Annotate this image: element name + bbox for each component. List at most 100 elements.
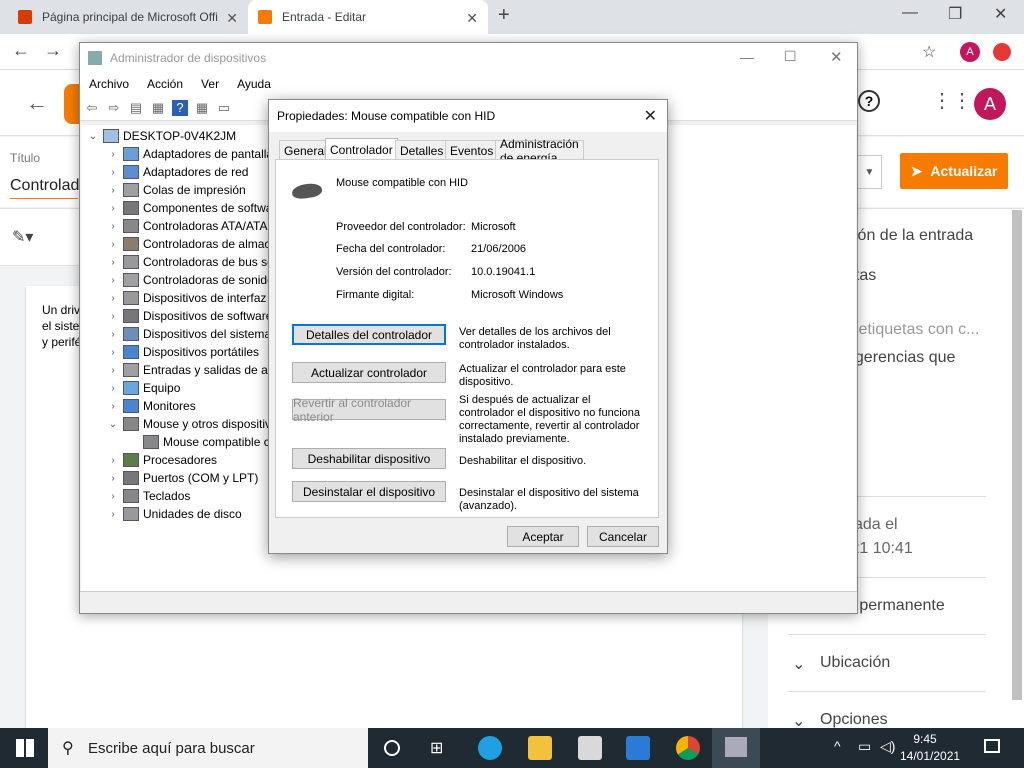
driver-details-button[interactable]: Detalles del controlador <box>292 324 446 345</box>
mail-icon[interactable] <box>626 736 650 760</box>
menu-ver[interactable]: Ver <box>192 77 228 91</box>
tab-office[interactable]: Página principal de Microsoft Offi ✕ <box>8 0 248 34</box>
expand-icon[interactable]: › <box>105 473 121 484</box>
tab-blogger[interactable]: Entrada - Editar ✕ <box>248 0 488 34</box>
tree-category-item[interactable]: › Dispositivos del sistema <box>105 325 271 343</box>
expand-icon[interactable]: › <box>105 203 121 214</box>
tree-category-item[interactable]: › Colas de impresión <box>105 181 246 199</box>
cortana-icon[interactable] <box>384 740 400 756</box>
tree-category-item[interactable]: › Controladoras de bus serie <box>105 253 287 271</box>
help-icon[interactable]: ? <box>858 90 880 112</box>
location-heading[interactable]: Ubicación <box>820 654 890 672</box>
tree-category-item[interactable]: › Puertos (COM y LPT) <box>105 469 258 487</box>
star-icon[interactable]: ☆ <box>922 42 936 62</box>
close-tab-icon[interactable]: ✕ <box>466 10 478 27</box>
tree-category-item[interactable]: › Equipo <box>105 379 180 397</box>
network-icon[interactable]: ▭ <box>858 738 871 755</box>
edge-icon[interactable] <box>478 736 502 760</box>
title-input[interactable]: Controlad <box>10 177 79 199</box>
tree-category-item[interactable]: › Adaptadores de red <box>105 163 248 181</box>
rollback-driver-button[interactable]: Revertir al controlador anterior <box>292 396 446 424</box>
back-icon[interactable]: ← <box>12 40 30 61</box>
expand-icon[interactable]: › <box>105 167 121 178</box>
back-arrow-icon[interactable]: ← <box>26 90 48 116</box>
task-view-icon[interactable]: ⊞ <box>430 738 443 758</box>
profile-avatar[interactable]: A <box>960 42 980 62</box>
pencil-icon[interactable]: ✎▾ <box>12 227 33 247</box>
expand-icon[interactable]: › <box>105 491 121 502</box>
expand-icon[interactable]: › <box>105 185 121 196</box>
properties-icon[interactable]: ▤ <box>128 100 144 116</box>
tab-energia[interactable]: Administración de energía <box>495 137 584 165</box>
menu-ayuda[interactable]: Ayuda <box>228 77 280 91</box>
collapse-icon[interactable]: ⌄ <box>105 419 121 430</box>
expand-icon[interactable]: › <box>105 149 121 160</box>
ok-button[interactable]: Aceptar <box>507 526 579 547</box>
close-tab-icon[interactable]: ✕ <box>226 10 238 27</box>
expand-icon[interactable]: › <box>105 221 121 232</box>
tree-category-item[interactable]: › Dispositivos portátiles <box>105 343 259 361</box>
disable-device-button[interactable]: Deshabilitar dispositivo <box>292 448 446 469</box>
minimize-icon[interactable]: — <box>902 4 918 22</box>
tree-category-item[interactable]: › Unidades de disco <box>105 505 242 523</box>
list-icon[interactable]: ▦ <box>150 100 166 116</box>
chevron-up-icon[interactable]: ^ <box>834 738 841 754</box>
file-explorer-icon[interactable] <box>528 736 552 760</box>
expand-icon[interactable]: › <box>105 509 121 520</box>
expand-icon[interactable]: › <box>105 275 121 286</box>
device-manager-titlebar[interactable]: Administrador de dispositivos — ☐ ✕ <box>80 43 857 73</box>
help-icon[interactable]: ? <box>172 99 188 116</box>
menu-accion[interactable]: Acción <box>138 77 192 91</box>
account-avatar[interactable]: A <box>974 88 1006 120</box>
uninstall-device-button[interactable]: Desinstalar el dispositivo <box>292 481 446 502</box>
tree-category-item[interactable]: › Entradas y salidas de audio <box>105 361 290 379</box>
monitor-icon[interactable]: ▭ <box>216 100 232 116</box>
tree-category-item[interactable]: › Dispositivos de software <box>105 307 272 325</box>
windows-start-icon[interactable] <box>16 739 34 757</box>
tab-controlador[interactable]: Controlador <box>325 138 398 160</box>
expand-icon[interactable]: › <box>105 401 121 412</box>
store-icon[interactable] <box>578 736 602 760</box>
update-button[interactable]: ➤ Actualizar <box>900 153 1008 189</box>
tree-category-item[interactable]: › Procesadores <box>105 451 217 469</box>
options-heading[interactable]: Opciones <box>820 711 888 729</box>
expand-icon[interactable]: › <box>105 347 121 358</box>
system-clock[interactable]: 9:45 14/01/2021 <box>900 731 960 765</box>
close-icon[interactable]: ✕ <box>644 106 657 126</box>
chrome-icon[interactable] <box>676 736 700 760</box>
taskbar-search[interactable]: ⚲ Escribe aquí para buscar <box>48 728 368 768</box>
expand-icon[interactable]: ⌄ <box>85 131 101 142</box>
tree-category-item[interactable]: › Controladoras ATA/ATAPI <box>105 217 279 235</box>
minimize-icon[interactable]: — <box>740 49 754 65</box>
expand-icon[interactable]: › <box>105 311 121 322</box>
close-icon[interactable]: ✕ <box>830 48 843 66</box>
notifications-icon[interactable] <box>984 739 1000 753</box>
labels-input[interactable]: s etiquetas con c... <box>846 321 979 339</box>
grid-icon[interactable]: ▦ <box>194 100 210 116</box>
forward-icon[interactable]: → <box>44 40 62 61</box>
tree-category-item[interactable]: › Teclados <box>105 487 190 505</box>
apps-grid-icon[interactable]: ⋮⋮ <box>932 88 972 113</box>
forward-icon[interactable]: ⇨ <box>106 100 122 116</box>
tab-general[interactable]: General <box>279 140 332 160</box>
close-icon[interactable]: ✕ <box>994 4 1007 24</box>
tree-category-item[interactable]: › Monitores <box>105 397 196 415</box>
expand-icon[interactable]: › <box>105 455 121 466</box>
volume-icon[interactable]: ◁) <box>880 738 895 755</box>
dialog-titlebar[interactable]: Propiedades: Mouse compatible con HID <box>269 100 667 132</box>
back-icon[interactable]: ⇦ <box>84 100 100 116</box>
tree-category-item[interactable]: › Controladoras de sonido <box>105 271 274 289</box>
expand-icon[interactable]: › <box>105 365 121 376</box>
expand-icon[interactable]: › <box>105 239 121 250</box>
expand-icon[interactable]: › <box>105 329 121 340</box>
tab-detalles[interactable]: Detalles <box>395 140 449 160</box>
menu-archivo[interactable]: Archivo <box>80 77 138 91</box>
update-icon[interactable] <box>993 43 1011 61</box>
tab-eventos[interactable]: Eventos <box>445 140 499 160</box>
dropdown-icon[interactable]: ▼ <box>858 155 882 189</box>
expand-icon[interactable]: › <box>105 257 121 268</box>
restore-icon[interactable]: ❐ <box>948 4 962 24</box>
tree-category-item[interactable]: ⌄ Mouse y otros dispositivos <box>105 415 284 433</box>
expand-icon[interactable]: › <box>105 293 121 304</box>
permalink-heading[interactable]: e permanente <box>846 597 945 615</box>
